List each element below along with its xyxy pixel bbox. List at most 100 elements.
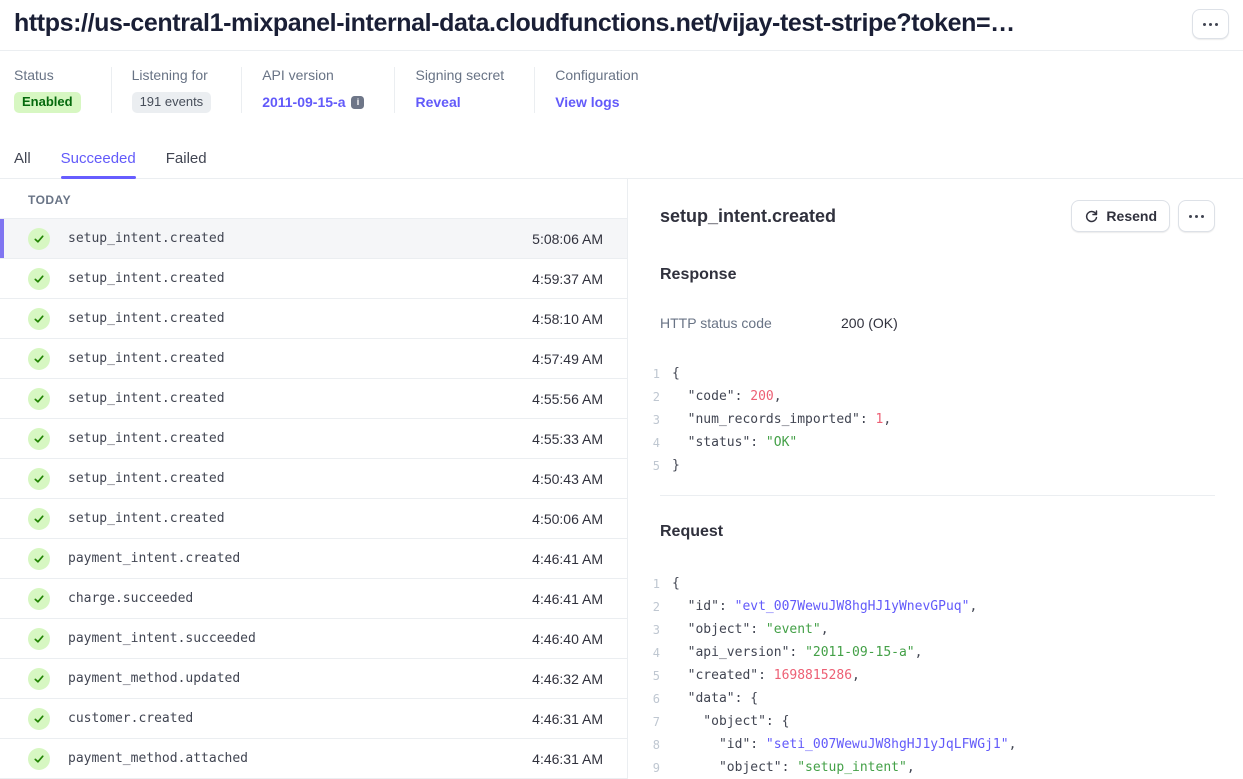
- code-token: "object":: [672, 760, 797, 775]
- header-overflow-button[interactable]: [1192, 9, 1229, 39]
- code-token: "created":: [672, 668, 774, 683]
- event-time: 4:55:33 AM: [532, 431, 603, 447]
- code-token: "setup_intent": [797, 760, 907, 775]
- code-line: 1{: [644, 362, 1215, 385]
- response-code-block: 1{2 "code": 200,3 "num_records_imported"…: [644, 362, 1215, 477]
- event-list-item[interactable]: payment_method.updated 4:46:32 AM: [0, 659, 627, 699]
- page-header: https://us-central1-mixpanel-internal-da…: [0, 0, 1243, 51]
- code-token: {: [672, 366, 680, 381]
- event-name: charge.succeeded: [68, 591, 193, 606]
- meta-link-api-version[interactable]: 2011-09-15-a: [262, 94, 345, 110]
- event-time: 4:59:37 AM: [532, 271, 603, 287]
- line-number: 4: [644, 436, 660, 450]
- code-line: 5}: [644, 454, 1215, 477]
- detail-overflow-button[interactable]: [1178, 200, 1215, 232]
- line-number: 5: [644, 669, 660, 683]
- event-name: payment_method.updated: [68, 671, 240, 686]
- code-token: "OK": [766, 435, 797, 450]
- event-list-item[interactable]: setup_intent.created 4:59:37 AM: [0, 259, 627, 299]
- response-section: Response HTTP status code 200 (OK) 1{2 "…: [660, 266, 1215, 477]
- event-list-item[interactable]: payment_intent.created4:46:41 AM: [0, 539, 627, 579]
- line-number: 7: [644, 715, 660, 729]
- event-list-item[interactable]: setup_intent.created4:58:10 AM: [0, 299, 627, 339]
- event-list-item[interactable]: payment_method.attached4:46:31 AM: [0, 739, 627, 779]
- check-icon: [28, 708, 50, 730]
- resend-button-label: Resend: [1106, 208, 1157, 224]
- code-token: "num_records_imported":: [672, 412, 876, 427]
- event-list-item[interactable]: setup_intent.created4:50:43 AM: [0, 459, 627, 499]
- code-line: 4 "status": "OK": [644, 431, 1215, 454]
- line-number: 1: [644, 577, 660, 591]
- meta-item-configuration: Configuration View logs: [534, 67, 668, 113]
- event-time: 4:55:56 AM: [532, 391, 603, 407]
- line-number: 8: [644, 738, 660, 752]
- info-icon[interactable]: i: [351, 96, 364, 109]
- meta-badge-status: Enabled: [14, 92, 81, 113]
- code-line: 8 "id": "seti_007WewuJW8hgHJ1yJqLFWGj1",: [644, 733, 1215, 756]
- meta-link-configuration[interactable]: View logs: [555, 94, 619, 110]
- event-list-item[interactable]: setup_intent.created5:08:06 AM: [0, 219, 627, 259]
- event-list-item[interactable]: charge.succeeded 4:46:41 AM: [0, 579, 627, 619]
- event-list-item[interactable]: setup_intent.created 4:55:33 AM: [0, 419, 627, 459]
- meta-value: Enabled: [14, 91, 81, 113]
- code-token: 200: [750, 389, 773, 404]
- event-name: setup_intent.created: [68, 471, 225, 486]
- content-split: TODAY setup_intent.created5:08:06 AMsetu…: [0, 179, 1243, 779]
- code-line: 3 "object": "event",: [644, 618, 1215, 641]
- event-time: 4:57:49 AM: [532, 351, 603, 367]
- event-time: 4:58:10 AM: [532, 311, 603, 327]
- code-token: 1698815286: [774, 668, 852, 683]
- check-icon: [28, 268, 50, 290]
- event-time: 4:46:41 AM: [532, 591, 603, 607]
- code-line: 5 "created": 1698815286,: [644, 664, 1215, 687]
- check-icon: [28, 588, 50, 610]
- code-token: "data": {: [672, 691, 758, 706]
- check-icon: [28, 388, 50, 410]
- event-time: 4:46:32 AM: [532, 671, 603, 687]
- meta-item-signing-secret: Signing secretReveal: [394, 67, 534, 113]
- event-name: customer.created: [68, 711, 193, 726]
- meta-badge-listening-for: 191 events: [132, 92, 212, 113]
- code-line: 2 "id": "evt_007WewuJW8hgHJ1yWnevGPuq",: [644, 595, 1215, 618]
- meta-label: Configuration: [555, 67, 638, 83]
- refresh-icon: [1084, 209, 1099, 224]
- event-time: 4:46:40 AM: [532, 631, 603, 647]
- code-token: ,: [969, 599, 977, 614]
- code-line: 2 "code": 200,: [644, 385, 1215, 408]
- meta-label: API version: [262, 67, 364, 83]
- event-name: setup_intent.created: [68, 271, 225, 286]
- event-list-item[interactable]: customer.created4:46:31 AM: [0, 699, 627, 739]
- resend-button[interactable]: Resend: [1071, 200, 1170, 232]
- line-number: 6: [644, 692, 660, 706]
- event-time: 5:08:06 AM: [532, 231, 603, 247]
- check-icon: [28, 348, 50, 370]
- http-status-row: HTTP status code 200 (OK): [660, 315, 1215, 331]
- tab-failed[interactable]: Failed: [166, 150, 207, 178]
- tab-succeeded[interactable]: Succeeded: [61, 150, 136, 178]
- event-list-item[interactable]: setup_intent.created4:50:06 AM: [0, 499, 627, 539]
- code-line: 7 "object": {: [644, 710, 1215, 733]
- event-list-item[interactable]: setup_intent.created4:57:49 AM: [0, 339, 627, 379]
- line-number: 4: [644, 646, 660, 660]
- event-name: payment_intent.succeeded: [68, 631, 256, 646]
- event-rows: setup_intent.created5:08:06 AMsetup_inte…: [0, 219, 627, 779]
- meta-link-signing-secret[interactable]: Reveal: [415, 94, 460, 110]
- code-token: ,: [1009, 737, 1017, 752]
- check-icon: [28, 308, 50, 330]
- detail-header: setup_intent.created Resend: [660, 200, 1215, 232]
- check-icon: [28, 428, 50, 450]
- code-token: "id":: [672, 599, 735, 614]
- event-list-item[interactable]: setup_intent.created 4:55:56 AM: [0, 379, 627, 419]
- event-name: setup_intent.created: [68, 431, 225, 446]
- event-time: 4:46:41 AM: [532, 551, 603, 567]
- check-icon: [28, 628, 50, 650]
- event-name: setup_intent.created: [68, 391, 225, 406]
- line-number: 2: [644, 390, 660, 404]
- line-number: 2: [644, 600, 660, 614]
- event-list-item[interactable]: payment_intent.succeeded 4:46:40 AM: [0, 619, 627, 659]
- event-list: TODAY setup_intent.created5:08:06 AMsetu…: [0, 179, 628, 779]
- code-token: ,: [852, 668, 860, 683]
- tab-all[interactable]: All: [14, 150, 31, 178]
- line-number: 9: [644, 761, 660, 775]
- meta-label: Status: [14, 67, 81, 83]
